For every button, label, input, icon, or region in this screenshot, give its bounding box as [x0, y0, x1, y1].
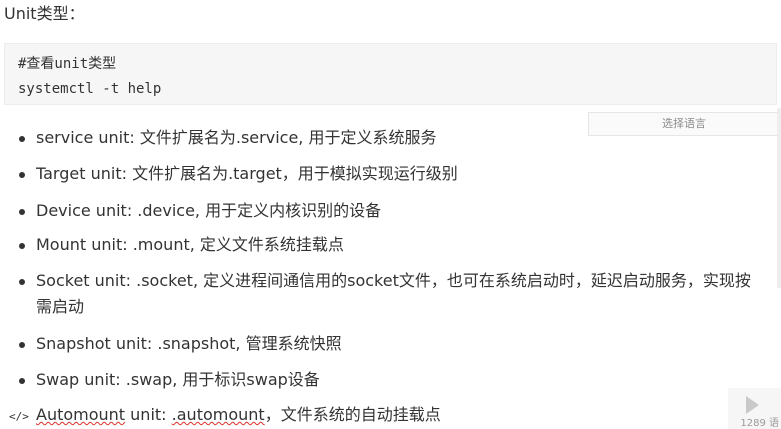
unit-name: Device unit: [36, 201, 127, 220]
bullet-icon: [19, 279, 25, 285]
unit-desc: : .swap, 用于标识swap设备: [115, 370, 320, 389]
list-item-service: service unit: 文件扩展名为.service, 用于定义系统服务: [19, 125, 781, 151]
play-icon[interactable]: [746, 396, 759, 414]
code-tag-icon[interactable]: </>: [9, 410, 29, 423]
unit-desc: : .snapshot, 管理系统快照: [146, 334, 342, 353]
unit-name: Target unit: [36, 164, 122, 183]
list-item-automount: Automount unit: .automount，文件系统的自动挂载点: [19, 402, 781, 428]
scrollbar-track[interactable]: [777, 108, 781, 288]
code-block: #查看unit类型 systemctl -t help: [4, 43, 777, 105]
unit-name: Mount unit: [36, 235, 123, 254]
bullet-icon: [19, 172, 25, 178]
list-item-device: Device unit: .device, 用于定义内核识别的设备: [19, 198, 781, 224]
bullet-icon: [19, 209, 25, 215]
list-item-mount: Mount unit: .mount, 定义文件系统挂载点: [19, 232, 781, 258]
bullet-icon: [19, 342, 25, 348]
video-widget[interactable]: 1289 语: [728, 388, 781, 429]
unit-name-suffix: unit: [125, 405, 162, 424]
unit-name: service unit: [36, 128, 130, 147]
bullet-icon: [19, 243, 25, 249]
code-comment-line: #查看unit类型: [18, 56, 117, 72]
unit-desc: : .device, 用于定义内核识别的设备: [126, 201, 382, 220]
unit-desc-misspelled: .automount: [171, 405, 265, 424]
list-item-snapshot: Snapshot unit: .snapshot, 管理系统快照: [19, 331, 781, 357]
unit-desc-continued: 需启动: [36, 297, 85, 316]
unit-desc: : 文件扩展名为.target，用于模拟实现运行级别: [121, 164, 458, 183]
list-item-socket: Socket unit: .socket, 定义进程间通信用的socket文件，…: [19, 268, 781, 320]
code-command-line: systemctl -t help: [18, 81, 162, 97]
unit-desc: : .socket, 定义进程间通信用的socket文件，也可在系统启动时，延迟…: [125, 271, 751, 290]
unit-name: Socket unit: [36, 271, 126, 290]
list-item-swap: Swap unit: .swap, 用于标识swap设备: [19, 367, 781, 393]
unit-desc: : 文件扩展名为.service, 用于定义系统服务: [129, 128, 437, 147]
unit-name-misspelled: Automount: [36, 405, 126, 424]
list-item-target: Target unit: 文件扩展名为.target，用于模拟实现运行级别: [19, 161, 781, 187]
video-count: 1289 语: [740, 418, 779, 429]
unit-desc: : .mount, 定义文件系统挂载点: [122, 235, 344, 254]
unit-desc-prefix: :: [161, 405, 172, 424]
bullet-icon: [19, 378, 25, 384]
unit-name: Swap unit: [36, 370, 116, 389]
bullet-icon: [19, 136, 25, 142]
unit-types-heading: Unit类型：: [4, 4, 85, 23]
unit-name: Snapshot unit: [36, 334, 147, 353]
unit-desc: ，文件系统的自动挂载点: [264, 405, 441, 424]
